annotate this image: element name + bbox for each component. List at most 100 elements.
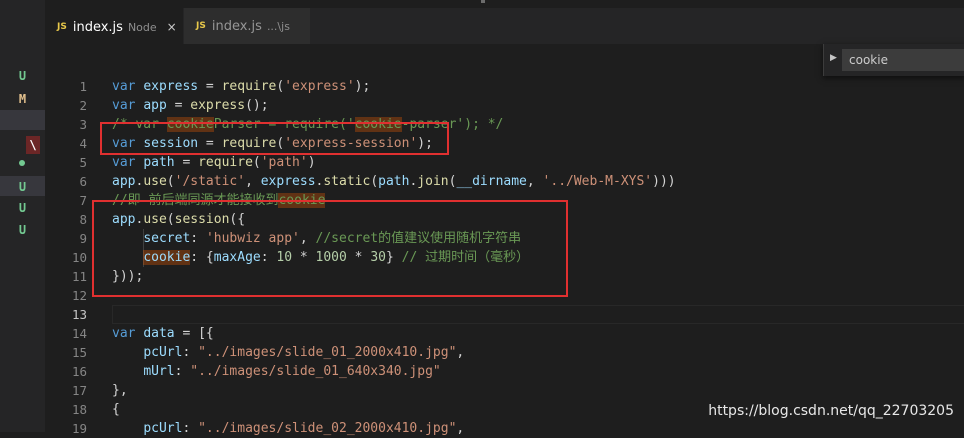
code-token: );	[417, 136, 433, 151]
js-file-icon: JS	[196, 21, 206, 31]
code-line[interactable]: 6 app.use('/static', express.static(path.…	[45, 172, 964, 191]
code-token: ({	[229, 212, 246, 227]
code-token: :	[190, 231, 206, 246]
code-line[interactable]: 12	[45, 286, 964, 305]
toggle-replace-chevron-icon[interactable]: ▶	[830, 53, 837, 63]
code-token: (	[252, 155, 261, 170]
code-token: express	[260, 174, 316, 189]
line-number: 8	[79, 212, 87, 227]
code-line[interactable]: 4 var session = require('express-session'…	[45, 134, 964, 153]
code-token: '../Web-M-XYS'	[542, 174, 653, 189]
code-token: =	[198, 79, 222, 94]
current-line-highlight	[112, 305, 964, 324]
code-token: require	[221, 136, 277, 151]
code-token: pcUrl	[143, 345, 183, 360]
code-token: secret	[143, 231, 191, 246]
code-token: 'express'	[284, 79, 355, 94]
code-line[interactable]: 15 pcUrl: "../images/slide_01_2000x410.j…	[45, 343, 964, 362]
code-token: "../images/slide_01_2000x410.jpg"	[198, 345, 457, 360]
code-line[interactable]: 14 var data = [{	[45, 324, 964, 343]
explorer-selection	[0, 110, 45, 130]
line-text: var app = express();	[112, 96, 269, 115]
code-line[interactable]: 1 var express = require('express');	[45, 77, 964, 96]
code-token: :	[174, 364, 191, 379]
code-token: Parser = require('	[213, 117, 355, 132]
line-number: 14	[71, 326, 87, 341]
code-token: /* var	[112, 117, 167, 132]
git-status-untracked: U	[18, 69, 27, 83]
line-text: }));	[112, 267, 143, 286]
line-text: /* var cookieParser = require('cookie-pa…	[112, 115, 503, 134]
line-text: app.use('/static', express.static(path.j…	[112, 172, 676, 191]
line-text: secret: 'hubwiz app', //secret的值建议使用随机字符…	[112, 229, 521, 248]
code-line[interactable]: 2 var app = express();	[45, 96, 964, 115]
code-token: session	[143, 136, 199, 151]
code-line[interactable]: 9 secret: 'hubwiz app', //secret的值建议使用随机…	[45, 229, 964, 248]
git-status-untracked: U	[18, 223, 27, 237]
code-line[interactable]: 19 pcUrl: "../images/slide_02_2000x410.j…	[45, 419, 964, 438]
line-number: 1	[79, 79, 87, 94]
code-line[interactable]: 16 mUrl: "../images/slide_01_640x340.jpg…	[45, 362, 964, 381]
code-token: 'path'	[260, 155, 308, 170]
line-text: var data = [{	[112, 324, 214, 343]
code-token: var	[112, 155, 144, 170]
code-token: require	[221, 79, 277, 94]
code-line[interactable]: 13	[45, 305, 964, 324]
code-token: //即 前后端同源才能接收到	[112, 193, 279, 208]
code-token: = [{	[174, 326, 214, 341]
code-token: app	[112, 212, 136, 227]
line-number: 3	[79, 117, 87, 132]
line-number: 7	[79, 193, 87, 208]
editor-tab-bar: JS index.js Node × JS index.js ...\js	[45, 8, 964, 45]
code-line[interactable]: 10 cookie: {maxAge: 10 * 1000 * 30} // 过…	[45, 248, 964, 267]
tab-index-js-node[interactable]: JS index.js Node ×	[45, 8, 183, 45]
line-text: cookie: {maxAge: 10 * 1000 * 30} // 过期时间…	[112, 248, 529, 267]
code-token: use	[143, 212, 167, 227]
code-token: (	[166, 174, 175, 189]
line-number: 2	[79, 98, 87, 113]
line-text: pcUrl: "../images/slide_01_2000x410.jpg"…	[112, 343, 464, 362]
code-token: 30	[370, 250, 386, 265]
line-text: {	[112, 400, 120, 419]
search-match: cookie	[166, 117, 214, 132]
close-icon[interactable]: ×	[167, 20, 177, 34]
code-token: :	[182, 421, 199, 436]
code-line[interactable]: 7 //即 前后端同源才能接收到cookie	[45, 191, 964, 210]
code-token: express	[190, 98, 246, 113]
code-line[interactable]: 17},	[45, 381, 964, 400]
code-line[interactable]: 11}));	[45, 267, 964, 286]
code-token: -parser'); */	[401, 117, 504, 132]
code-token: }	[385, 250, 402, 265]
code-token: maxAge	[213, 250, 261, 265]
code-token: //secret的值建议使用随机字符串	[315, 231, 522, 246]
line-text: var path = require('path')	[112, 153, 316, 172]
code-line[interactable]: 5 var path = require('path')	[45, 153, 964, 172]
code-token: ,	[299, 231, 316, 246]
find-input[interactable]: cookie	[842, 49, 964, 71]
tab-label: index.js	[211, 18, 262, 34]
conflict-icon: \	[26, 136, 40, 154]
tab-description: ...\js	[266, 19, 290, 33]
code-token: require	[198, 155, 253, 170]
code-token: var	[112, 98, 144, 113]
tab-description: Node	[127, 20, 157, 34]
code-line[interactable]: 3 /* var cookieParser = require('cookie-p…	[45, 115, 964, 134]
git-status-modified: M	[18, 92, 27, 106]
code-line[interactable]: 8 app.use(session({	[45, 210, 964, 229]
line-number: 5	[79, 155, 87, 170]
code-token: =	[198, 136, 222, 151]
line-text: var express = require('express');	[112, 77, 370, 96]
code-token: data	[143, 326, 175, 341]
tab-index-js-js[interactable]: JS index.js ...\js	[184, 8, 310, 44]
code-editor[interactable]: 1 var express = require('express'); 2 var a…	[45, 77, 964, 438]
search-match: cookie	[278, 193, 326, 208]
top-edge-mark	[481, 0, 485, 3]
code-token: join	[417, 174, 449, 189]
code-token: "../images/slide_01_640x340.jpg"	[190, 364, 441, 379]
code-token: path	[378, 174, 410, 189]
code-token: app	[112, 174, 136, 189]
